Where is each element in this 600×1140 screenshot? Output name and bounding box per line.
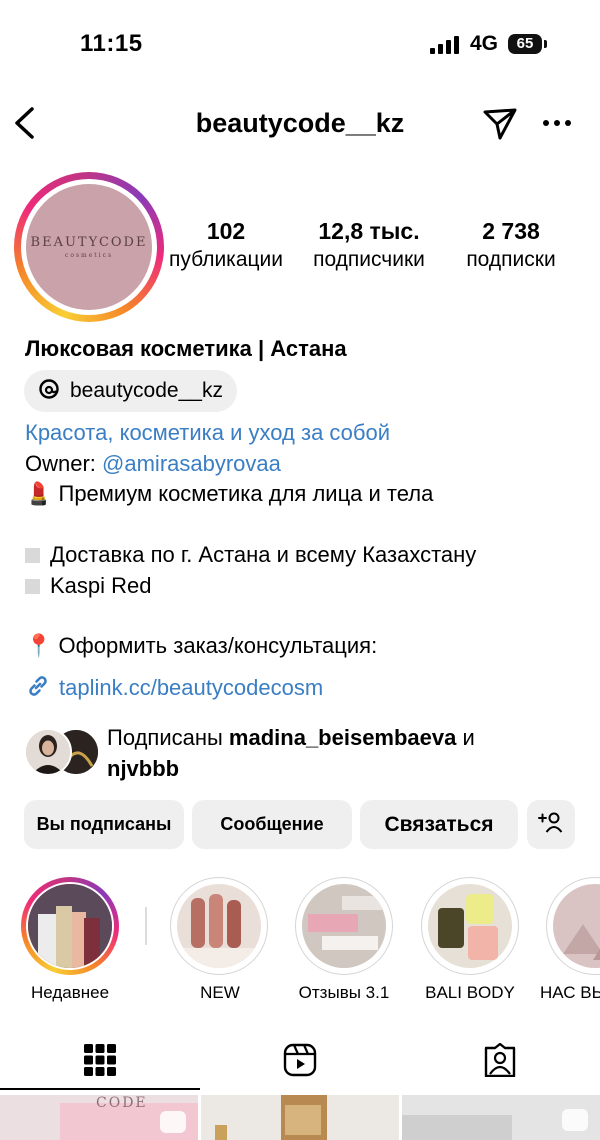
threads-handle: beautycode__kz bbox=[70, 379, 223, 402]
followers-count: 12,8 тыс. bbox=[318, 218, 420, 244]
highlight-reviews[interactable] bbox=[295, 877, 393, 975]
tagged-icon bbox=[483, 1042, 517, 1081]
share-icon[interactable] bbox=[482, 106, 518, 147]
battery-icon: 65 bbox=[508, 34, 542, 54]
tab-grid[interactable] bbox=[84, 1044, 116, 1081]
post-tile[interactable] bbox=[402, 1095, 600, 1140]
highlight-recent[interactable] bbox=[21, 877, 119, 975]
following-label: подписки bbox=[466, 248, 556, 271]
mutual-follower-2[interactable]: njvbbb bbox=[107, 756, 179, 781]
highlight-label-reviews: Отзывы 3.1 bbox=[298, 983, 390, 1002]
followed-by-prefix: Подписаны bbox=[107, 725, 229, 750]
svg-text:CODE: CODE bbox=[96, 1095, 148, 1111]
active-tab-indicator bbox=[0, 1088, 200, 1090]
highlight-label-new: NEW bbox=[200, 983, 240, 1002]
bio-line-delivery: Доставка по г. Астана и всему Казахстану bbox=[25, 542, 476, 568]
link-icon bbox=[25, 673, 51, 705]
following-button[interactable]: Вы подписаны bbox=[24, 800, 184, 849]
square-bullet-icon bbox=[25, 579, 40, 594]
kaspi-text: Kaspi Red bbox=[50, 573, 152, 598]
avatar-logo-subtext: cosmetics bbox=[64, 252, 114, 259]
add-person-icon bbox=[538, 811, 564, 838]
highlight-label-bali-body: BALI BODY bbox=[425, 983, 515, 1002]
following-count: 2 738 bbox=[482, 218, 540, 244]
followers-stat[interactable]: 12,8 тыс. подписчики bbox=[300, 218, 438, 272]
highlight-about[interactable] bbox=[546, 877, 600, 977]
mutual-follower-avatar-1[interactable] bbox=[24, 728, 72, 776]
bio-line-kaspi: Kaspi Red bbox=[25, 573, 152, 599]
followers-label: подписчики bbox=[313, 248, 425, 271]
avatar-logo-text: BEAUTYCODE bbox=[30, 235, 148, 250]
highlight-new[interactable] bbox=[170, 877, 268, 975]
delivery-text: Доставка по г. Астана и всему Казахстану bbox=[50, 542, 477, 567]
posts-label: публикации bbox=[169, 248, 283, 271]
highlight-bali-body[interactable] bbox=[421, 877, 519, 975]
grid-icon bbox=[84, 1044, 116, 1080]
profile-name: Люксовая косметика | Астана bbox=[25, 336, 347, 361]
highlight-bali-body-cover bbox=[426, 882, 514, 970]
contact-button[interactable]: Связаться bbox=[360, 800, 518, 849]
highlight-label-recent: Недавнее bbox=[30, 983, 110, 1002]
tab-reels[interactable] bbox=[283, 1043, 317, 1082]
posts-count: 102 bbox=[206, 218, 246, 244]
reels-icon bbox=[283, 1043, 317, 1081]
battery-tip bbox=[544, 40, 547, 48]
highlight-about-cover bbox=[551, 882, 600, 970]
owner-mention-link[interactable]: @amirasabyrovaa bbox=[102, 451, 281, 476]
threads-icon bbox=[38, 378, 60, 405]
bio-link-text[interactable]: taplink.cc/beautycodecosm bbox=[59, 675, 323, 700]
status-time: 11:15 bbox=[80, 30, 143, 57]
post-tile[interactable] bbox=[201, 1095, 399, 1140]
highlight-recent-cover bbox=[26, 882, 114, 970]
highlight-new-cover bbox=[175, 882, 263, 970]
avatar[interactable]: BEAUTYCODE cosmetics bbox=[26, 184, 152, 310]
profile-category: Красота, косметика и уход за собой bbox=[25, 420, 391, 445]
message-button[interactable]: Сообщение bbox=[192, 800, 352, 849]
following-stat[interactable]: 2 738 подписки bbox=[450, 218, 572, 272]
mutual-follower-1[interactable]: madina_beisembaeva bbox=[229, 725, 456, 750]
network-type: 4G bbox=[470, 32, 499, 55]
followed-by-conj: и bbox=[456, 725, 475, 750]
add-person-button[interactable] bbox=[527, 800, 575, 849]
highlight-label-about-wrap: НАС ВЫ bbox=[540, 983, 600, 1003]
posts-stat[interactable]: 102 публикации bbox=[160, 218, 292, 272]
threads-badge[interactable]: beautycode__kz bbox=[24, 370, 237, 412]
more-options-icon[interactable] bbox=[542, 108, 572, 143]
bio-link[interactable]: taplink.cc/beautycodecosm bbox=[25, 673, 323, 705]
owner-label: Owner: bbox=[25, 451, 103, 476]
post-tile[interactable]: CODE bbox=[0, 1095, 198, 1140]
signal-icon bbox=[430, 36, 460, 59]
followed-by-text[interactable]: Подписаны madina_beisembaeva и njvbbb bbox=[107, 722, 577, 784]
bio-line-order: 📍 Оформить заказ/консультация: bbox=[25, 633, 378, 658]
highlight-label-about: НАС ВЫ bbox=[540, 983, 600, 1002]
owner-line: Owner: @amirasabyrovaa bbox=[25, 451, 281, 477]
tab-tagged[interactable] bbox=[483, 1042, 517, 1082]
highlight-divider bbox=[145, 907, 147, 945]
highlight-reviews-cover bbox=[300, 882, 388, 970]
square-bullet-icon bbox=[25, 548, 40, 563]
bio-line-premium: 💄 Премиум косметика для лица и тела bbox=[25, 481, 434, 506]
